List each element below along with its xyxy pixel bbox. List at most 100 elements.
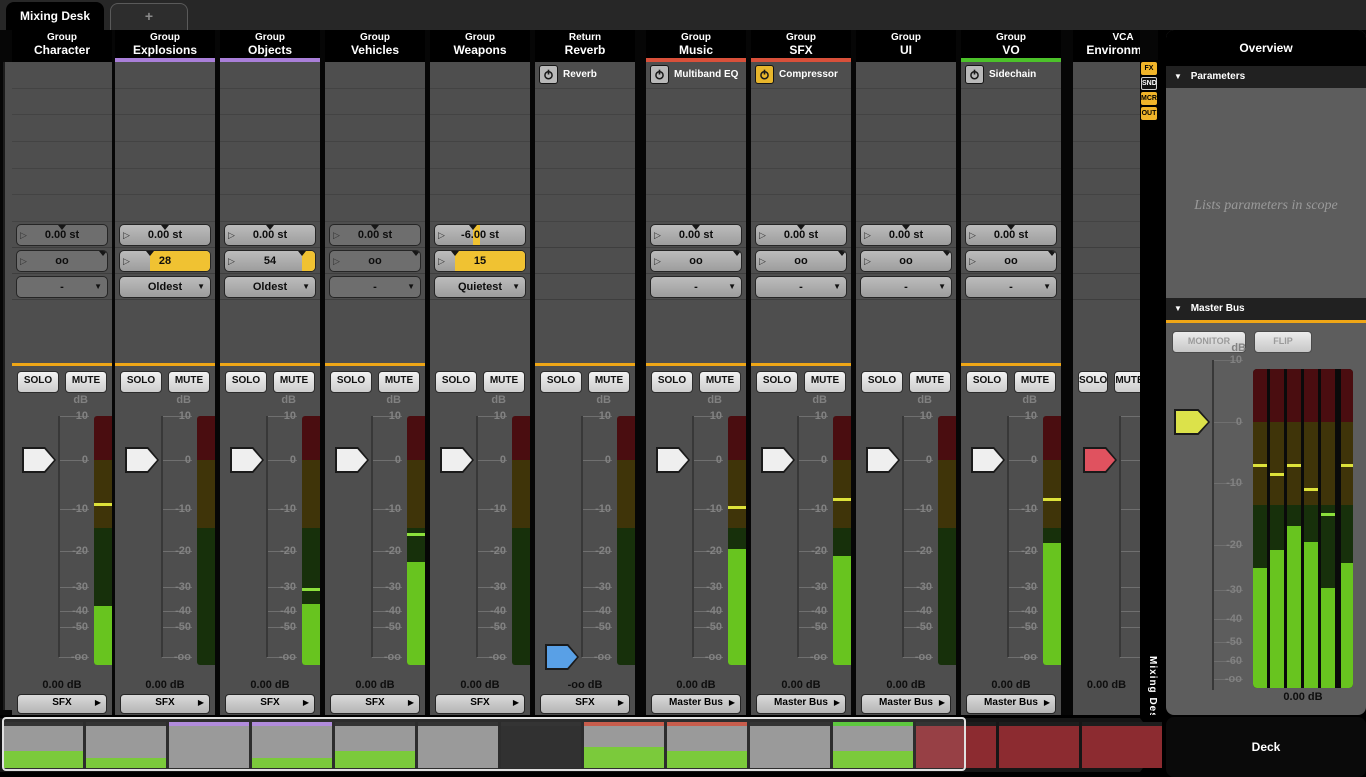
effect-slot[interactable]: [646, 115, 746, 142]
volume-readout[interactable]: 0.00 dB: [325, 676, 425, 694]
pitch-field[interactable]: ▷0.00 st: [965, 224, 1057, 246]
effect-slot[interactable]: [1073, 89, 1140, 116]
stealing-dropdown[interactable]: -▼: [16, 276, 108, 298]
max-instances-field[interactable]: ▷oo: [650, 250, 742, 272]
effect-slot[interactable]: [646, 142, 746, 169]
strip-header[interactable]: GroupWeapons: [430, 30, 530, 62]
effect-slot[interactable]: [961, 115, 1061, 142]
effect-slot[interactable]: [430, 89, 530, 116]
stealing-dropdown[interactable]: -▼: [755, 276, 847, 298]
volume-readout[interactable]: -oo dB: [535, 676, 635, 694]
effect-slot[interactable]: [12, 169, 112, 196]
volume-readout[interactable]: 0.00 dB: [1073, 676, 1140, 694]
stealing-dropdown[interactable]: Quietest▼: [434, 276, 526, 298]
volume-readout[interactable]: 0.00 dB: [115, 676, 215, 694]
mute-button[interactable]: MUTE: [65, 371, 107, 393]
fader-track[interactable]: [692, 416, 694, 657]
solo-button[interactable]: SOLO: [651, 371, 693, 393]
tab-mixing-desk[interactable]: Mixing Desk: [6, 2, 104, 30]
parameters-section-header[interactable]: ▼ Parameters: [1166, 66, 1366, 88]
solo-button[interactable]: SOLO: [17, 371, 59, 393]
fader-handle[interactable]: [761, 447, 795, 473]
master-volume-readout[interactable]: 0.00 dB: [1253, 691, 1353, 703]
effect-slot[interactable]: [856, 115, 956, 142]
effect-slot[interactable]: [535, 169, 635, 196]
fader-track[interactable]: [797, 416, 799, 657]
effect-slot[interactable]: Sidechain: [961, 62, 1061, 89]
effect-slot[interactable]: [325, 89, 425, 116]
mute-button[interactable]: MUTE: [909, 371, 951, 393]
volume-readout[interactable]: 0.00 dB: [856, 676, 956, 694]
effect-slot[interactable]: [751, 142, 851, 169]
volume-readout[interactable]: 0.00 dB: [961, 676, 1061, 694]
routing-button[interactable]: SFX▶: [435, 694, 525, 714]
effect-slot[interactable]: [115, 62, 215, 89]
effect-slot[interactable]: [12, 195, 112, 222]
effect-slot[interactable]: [115, 169, 215, 196]
stealing-dropdown[interactable]: -▼: [329, 276, 421, 298]
effect-slot[interactable]: [220, 195, 320, 222]
master-bus-section-header[interactable]: ▼ Master Bus: [1166, 298, 1366, 323]
fader-track[interactable]: [1212, 360, 1214, 690]
strip-header[interactable]: VCAEnvironment: [1073, 30, 1140, 62]
power-icon[interactable]: [965, 65, 984, 84]
stealing-dropdown[interactable]: -▼: [965, 276, 1057, 298]
effect-slot[interactable]: [430, 169, 530, 196]
effect-slot[interactable]: [856, 195, 956, 222]
routing-button[interactable]: SFX▶: [17, 694, 107, 714]
strip-header[interactable]: GroupVehicles: [325, 30, 425, 62]
new-tab-button[interactable]: +: [110, 3, 188, 30]
effect-slot[interactable]: [325, 169, 425, 196]
effect-slot[interactable]: [12, 62, 112, 89]
volume-readout[interactable]: 0.00 dB: [646, 676, 746, 694]
solo-button[interactable]: SOLO: [861, 371, 903, 393]
effect-slot[interactable]: [12, 89, 112, 116]
minimap-viewport[interactable]: [2, 717, 966, 771]
volume-readout[interactable]: 0.00 dB: [751, 676, 851, 694]
effect-slot[interactable]: [1073, 115, 1140, 142]
fader-handle[interactable]: [22, 447, 56, 473]
effect-slot[interactable]: [961, 169, 1061, 196]
effect-slot[interactable]: [325, 195, 425, 222]
fader-track[interactable]: [476, 416, 478, 657]
effect-slot[interactable]: [325, 142, 425, 169]
effect-slot[interactable]: Multiband EQ: [646, 62, 746, 89]
effect-slot[interactable]: [115, 195, 215, 222]
solo-button[interactable]: SOLO: [330, 371, 372, 393]
stealing-dropdown[interactable]: Oldest▼: [119, 276, 211, 298]
effect-button[interactable]: Compressor: [755, 65, 838, 84]
volume-readout[interactable]: 0.00 dB: [220, 676, 320, 694]
strip-header[interactable]: GroupUI: [856, 30, 956, 62]
solo-button[interactable]: SOLO: [756, 371, 798, 393]
effect-slot[interactable]: [535, 142, 635, 169]
solo-button[interactable]: SOLO: [966, 371, 1008, 393]
max-instances-field[interactable]: ▷oo: [755, 250, 847, 272]
fader-track[interactable]: [581, 416, 583, 657]
solo-button[interactable]: SOLO: [435, 371, 477, 393]
effect-slot[interactable]: [12, 115, 112, 142]
effect-slot[interactable]: [751, 169, 851, 196]
strip-header[interactable]: GroupVO: [961, 30, 1061, 62]
effect-slot[interactable]: [430, 115, 530, 142]
routing-button[interactable]: Master Bus▶: [966, 694, 1056, 714]
pitch-field[interactable]: ▷-6.00 st: [434, 224, 526, 246]
master-fader-handle[interactable]: [1174, 409, 1210, 435]
fader-handle[interactable]: [335, 447, 369, 473]
pitch-field[interactable]: ▷0.00 st: [860, 224, 952, 246]
power-icon[interactable]: [539, 65, 558, 84]
effect-slot[interactable]: [1073, 142, 1140, 169]
fader-handle[interactable]: [971, 447, 1005, 473]
effect-slot[interactable]: [325, 62, 425, 89]
effect-slot[interactable]: [12, 142, 112, 169]
solo-button[interactable]: SOLO: [225, 371, 267, 393]
routing-button[interactable]: SFX▶: [225, 694, 315, 714]
max-instances-field[interactable]: ▷54: [224, 250, 316, 272]
pitch-field[interactable]: ▷0.00 st: [755, 224, 847, 246]
effect-slot[interactable]: [1073, 62, 1140, 89]
effect-slot[interactable]: [856, 89, 956, 116]
routing-button[interactable]: Master Bus▶: [861, 694, 951, 714]
fader-handle[interactable]: [230, 447, 264, 473]
minimap-strip[interactable]: [999, 722, 1079, 768]
strip-header[interactable]: GroupCharacter: [12, 30, 112, 62]
pitch-field[interactable]: ▷0.00 st: [650, 224, 742, 246]
